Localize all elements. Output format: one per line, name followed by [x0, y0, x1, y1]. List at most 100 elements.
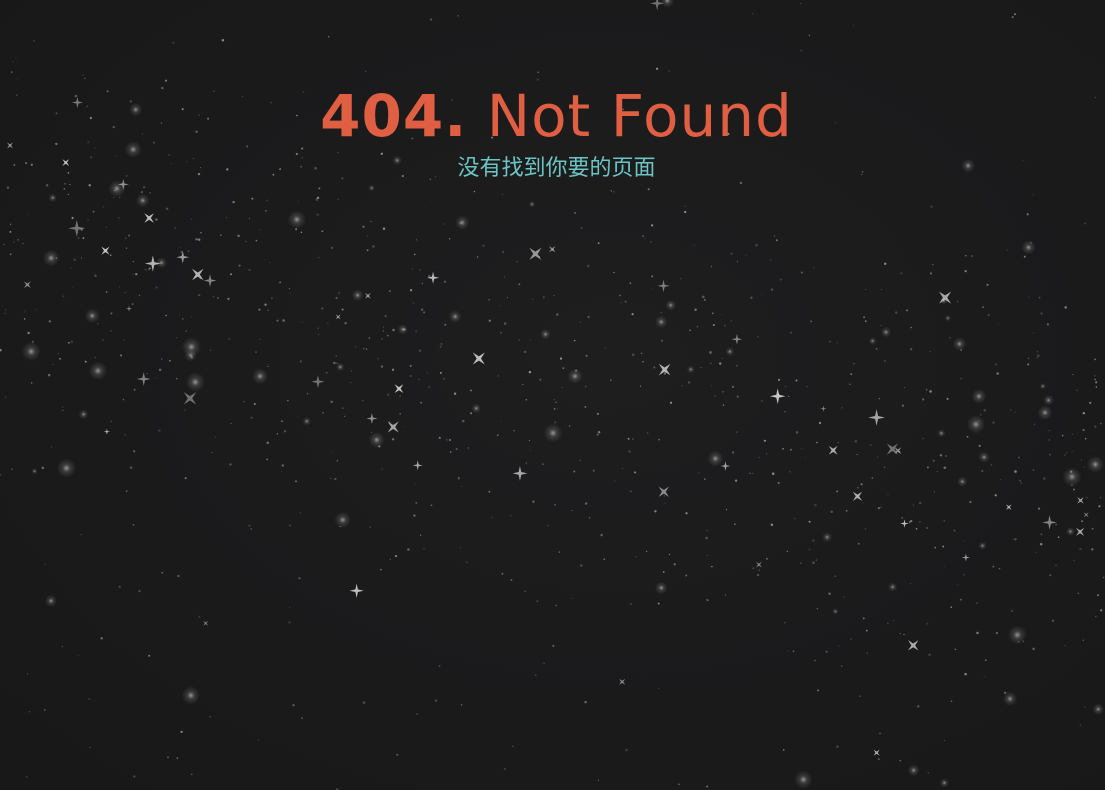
star-dot	[893, 620, 895, 622]
star-dot	[155, 286, 158, 289]
star-dot	[226, 168, 229, 171]
star-dot	[529, 339, 531, 341]
star-dot	[266, 458, 269, 461]
star-dot	[343, 415, 346, 418]
star-dot	[986, 283, 989, 286]
star-dot	[553, 294, 555, 297]
star-dot	[841, 407, 843, 409]
star-dot	[415, 330, 418, 333]
star-dot	[191, 316, 193, 318]
star-glow	[1002, 691, 1018, 707]
star-dot	[80, 533, 82, 536]
star-dot	[758, 456, 760, 459]
star-dot	[415, 502, 418, 504]
star-dot	[983, 409, 986, 412]
star-dot	[932, 263, 934, 266]
star-dot	[516, 261, 518, 263]
star-dot	[836, 342, 839, 344]
star-dot	[669, 401, 673, 404]
star-dot	[1083, 466, 1085, 468]
star-glow	[135, 193, 150, 208]
star-dot	[775, 239, 778, 242]
star-dot	[282, 319, 285, 322]
star-dot	[998, 567, 1001, 570]
star-dot	[613, 191, 615, 193]
star-dot	[384, 315, 387, 318]
star-dot	[462, 419, 465, 423]
star-dot	[673, 563, 676, 566]
star-dot	[263, 258, 265, 260]
star-dot	[109, 254, 112, 257]
star-dot	[470, 389, 472, 392]
star-dot	[26, 673, 28, 675]
star-dot	[794, 518, 796, 520]
star-dot	[502, 251, 504, 253]
star-dot	[6, 186, 10, 189]
star-dot	[132, 524, 135, 526]
star-sparkle	[756, 561, 762, 568]
star-dot	[1010, 409, 1012, 411]
star-dot	[525, 399, 528, 401]
star-dot	[610, 379, 612, 381]
star-dot	[1046, 323, 1049, 326]
star-dot	[272, 173, 275, 176]
star-dot	[664, 502, 666, 504]
star-dot	[632, 438, 634, 440]
star-dot	[734, 479, 738, 482]
star-dot	[804, 457, 806, 458]
star-dot	[423, 311, 426, 314]
star-dot	[50, 446, 53, 448]
star-dot	[176, 757, 179, 759]
star-dot	[770, 288, 774, 291]
star-dot	[710, 385, 712, 387]
star-dot	[597, 779, 600, 781]
star-dot	[950, 700, 953, 703]
star-sparkle	[658, 363, 671, 376]
star-dot	[573, 339, 576, 342]
star-dot	[766, 453, 768, 455]
star-dot	[650, 241, 652, 243]
star-dot	[148, 654, 151, 657]
star-dot	[735, 364, 739, 367]
star-dot	[217, 296, 219, 299]
star-dot	[678, 783, 680, 786]
star-dot	[178, 315, 180, 316]
star-dot	[389, 558, 392, 561]
star-dot	[596, 412, 599, 415]
star-dot	[816, 608, 819, 610]
star-dot	[806, 385, 808, 388]
star-dot	[94, 274, 97, 277]
star-dot	[179, 247, 180, 249]
star-sparkle	[939, 291, 952, 304]
star-dot	[3, 243, 5, 246]
star-dot	[943, 520, 946, 522]
star-dot	[190, 218, 192, 220]
star-dot	[606, 166, 609, 169]
star-dot	[561, 387, 563, 388]
star-dot	[271, 297, 273, 299]
star-dot	[554, 503, 556, 506]
star-dot	[875, 348, 878, 350]
star-sparkle	[426, 271, 440, 284]
star-dot	[679, 277, 682, 280]
star-dot	[886, 622, 889, 625]
star-sparkle	[549, 246, 556, 253]
star-glow	[543, 423, 563, 443]
star-sparkle	[144, 213, 154, 223]
star-sparkle	[820, 405, 827, 412]
star-dot	[603, 558, 605, 560]
star-dot	[646, 431, 648, 433]
star-dot	[880, 324, 882, 326]
star-sparkle	[103, 428, 110, 435]
star-dot	[198, 615, 201, 618]
star-dot	[790, 331, 793, 334]
star-dot	[977, 672, 979, 674]
star-dot	[650, 124, 653, 126]
star-dot	[849, 383, 851, 386]
star-dot	[391, 438, 395, 441]
star-dot	[321, 307, 324, 310]
star-glow	[961, 158, 975, 173]
star-dot	[853, 24, 855, 26]
star-dot	[532, 500, 535, 503]
star-dot	[392, 328, 395, 332]
